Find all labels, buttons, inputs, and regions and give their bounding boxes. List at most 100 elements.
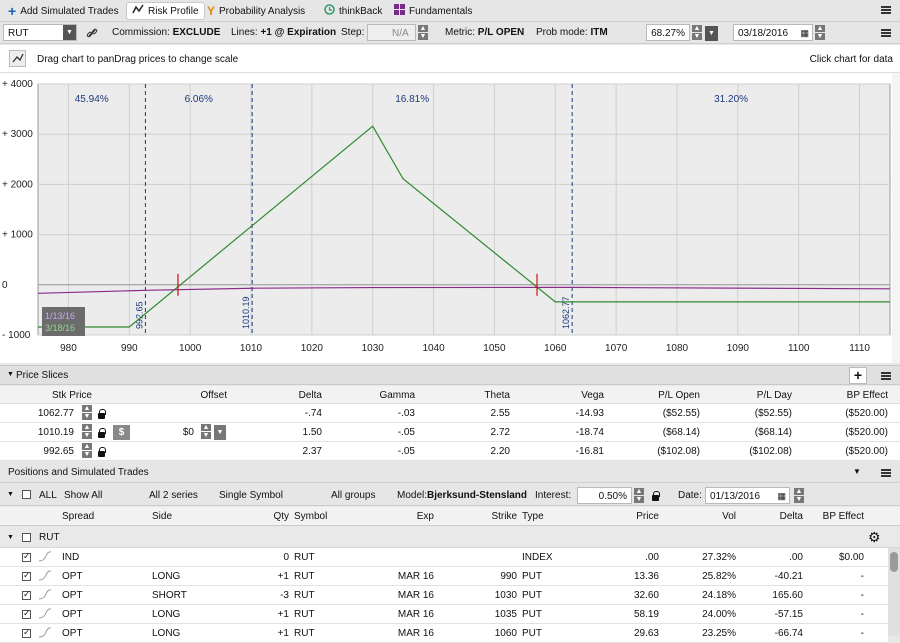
date-stepper[interactable]: ▲ ▼: [815, 25, 825, 40]
step-field[interactable]: N/A: [367, 24, 416, 41]
percent-field[interactable]: 68.27%: [646, 24, 690, 41]
position-row[interactable]: OPT LONG RUT PUT +1 MAR 16 990 13.36 25.82% -40.2…: [0, 567, 888, 586]
curve-icon: [38, 608, 52, 623]
lock-icon[interactable]: [98, 428, 106, 438]
collapse-icon[interactable]: ▼: [7, 491, 14, 498]
collapse-icon[interactable]: ▼: [7, 371, 14, 378]
y-tick-label: + 4000: [2, 79, 33, 90]
position-strike: 1035: [494, 609, 517, 620]
lock-icon[interactable]: [98, 447, 106, 457]
link-icon[interactable]: [86, 27, 98, 42]
groups-filter[interactable]: All groups: [331, 490, 375, 501]
positions-date-stepper[interactable]: ▲ ▼: [794, 488, 804, 503]
position-checkbox[interactable]: [22, 608, 31, 619]
select-all-checkbox[interactable]: [22, 490, 31, 499]
position-delta: -40.21: [774, 571, 803, 582]
step-stepper[interactable]: ▲ ▼: [418, 25, 428, 40]
risk-profile-chart[interactable]: + 4000 + 3000 + 2000 + 1000 0 - 1000 980 990 100…: [0, 73, 900, 363]
slice-price: 1062.77: [37, 408, 74, 419]
position-row[interactable]: OPT SHORT RUT PUT -3 MAR 16 1030 32.60 24.18% 165…: [0, 586, 888, 605]
prob-mode-control[interactable]: Prob mode: ITM: [536, 27, 608, 38]
slice-price-stepper[interactable]: ▲ ▼: [82, 443, 92, 458]
tab-thinkback[interactable]: thinkBack: [324, 2, 382, 20]
tab-bar: + Add Simulated Trades Risk Profile Y Pr…: [0, 0, 900, 22]
probability-label: 31.20%: [714, 94, 748, 105]
calendar-icon[interactable]: ▦: [800, 28, 809, 39]
lock-icon[interactable]: [652, 491, 660, 501]
interest-field[interactable]: 0.50%: [577, 487, 632, 504]
position-checkbox[interactable]: [22, 589, 31, 600]
x-tick-label: 1010: [240, 343, 263, 354]
x-tick-label: 1070: [605, 343, 628, 354]
dollar-offset-icon[interactable]: $: [113, 425, 130, 440]
tab-risk-profile[interactable]: Risk Profile: [126, 2, 205, 20]
symbol-select[interactable]: RUT ▼: [3, 24, 77, 41]
price-slice-row[interactable]: 992.65 ▲ ▼ 2.37 -.05 2.20 -16.81 ($102.08) ($102…: [0, 442, 900, 461]
positions-columns: Spread Side Qty Symbol Exp Strike Type P…: [0, 507, 900, 526]
position-checkbox[interactable]: [22, 627, 31, 638]
expiration-date-field[interactable]: 03/18/2016 ▦: [733, 24, 813, 41]
slice-price: 1010.19: [37, 427, 74, 438]
price-slice-row[interactable]: 1010.19 ▲ ▼ $ $0 ▲ ▼ ▼ 1.50 -.05 2.72 -18.74 ($68.14…: [0, 423, 900, 442]
calendar-icon[interactable]: ▦: [777, 491, 786, 502]
slice-bp: ($520.00): [845, 446, 888, 457]
position-checkbox[interactable]: [22, 570, 31, 581]
tab-fundamentals[interactable]: Fundamentals: [394, 2, 472, 20]
slice-price-stepper[interactable]: ▲ ▼: [82, 405, 92, 420]
date-label-expiration: 3/18/16: [45, 323, 75, 333]
curve-icon: [38, 589, 52, 604]
position-strike: 1030: [494, 590, 517, 601]
collapse-icon[interactable]: ▼: [7, 534, 14, 541]
menu-icon[interactable]: [881, 372, 891, 380]
percent-stepper[interactable]: ▲ ▼: [692, 25, 702, 40]
chart-settings-icon[interactable]: [9, 50, 26, 67]
slice-offset[interactable]: $0: [183, 427, 194, 438]
group-row-rut[interactable]: ▼ RUT ⚙: [0, 527, 900, 548]
group-checkbox[interactable]: [22, 533, 31, 542]
menu-icon[interactable]: [881, 29, 891, 37]
probability-icon: Y: [207, 4, 216, 18]
add-slice-button[interactable]: +: [849, 367, 867, 384]
position-row[interactable]: OPT LONG RUT PUT +1 MAR 16 1035 58.19 24.00% -57.…: [0, 605, 888, 624]
slice-bp: ($520.00): [845, 408, 888, 419]
risk-profile-icon: [132, 4, 144, 18]
position-price: 32.60: [633, 590, 659, 601]
tab-add-simulated-trades[interactable]: + Add Simulated Trades: [8, 2, 119, 20]
commission-control[interactable]: Commission: EXCLUDE: [112, 27, 220, 38]
chevron-down-icon[interactable]: ▼: [705, 26, 718, 41]
date-label: Date:: [678, 490, 702, 501]
chevron-down-icon[interactable]: ▼: [214, 425, 226, 440]
series-filter[interactable]: All 2 series: [149, 490, 198, 501]
gear-icon[interactable]: ⚙: [868, 529, 881, 546]
menu-icon[interactable]: [881, 469, 891, 477]
model-select[interactable]: Bjerksund-Stensland: [427, 490, 527, 501]
show-filter[interactable]: Show All: [64, 490, 102, 501]
chevron-down-icon: ▼: [63, 25, 76, 40]
offset-stepper[interactable]: ▲ ▼: [201, 424, 211, 439]
price-slice-label: 1010.19: [241, 296, 251, 329]
symbol-filter[interactable]: Single Symbol: [219, 490, 283, 501]
slice-price-stepper[interactable]: ▲ ▼: [82, 424, 92, 439]
position-row[interactable]: OPT LONG RUT PUT +1 MAR 16 1060 29.63 23.25% -66.…: [0, 624, 888, 643]
position-qty: 0: [283, 552, 289, 563]
model-label: Model:: [397, 490, 428, 501]
position-checkbox[interactable]: [22, 551, 31, 562]
position-price: 29.63: [633, 628, 659, 639]
x-tick-label: 1100: [788, 343, 810, 354]
slice-delta: 2.37: [302, 446, 322, 457]
collapse-icon[interactable]: ▼: [853, 467, 861, 476]
interest-stepper[interactable]: ▲ ▼: [634, 488, 644, 503]
lines-control[interactable]: Lines: +1 @ Expiration: [231, 27, 336, 38]
position-row[interactable]: IND RUT INDEX 0 .00 27.32% .00 $0.00: [0, 548, 888, 567]
positions-scrollbar[interactable]: [888, 548, 900, 636]
position-bp: $0.00: [838, 552, 864, 563]
tab-probability-analysis[interactable]: Y Probability Analysis: [207, 2, 305, 20]
risk-profile-svg[interactable]: + 4000 + 3000 + 2000 + 1000 0 - 1000 980 990 100…: [0, 73, 900, 363]
menu-icon[interactable]: [881, 6, 891, 14]
position-type: PUT: [522, 571, 542, 582]
chart-click-hint: Click chart for data: [809, 54, 893, 65]
positions-date-field[interactable]: 01/13/2016 ▦: [705, 487, 790, 504]
price-slice-row[interactable]: 1062.77 ▲ ▼ -.74 -.03 2.55 -14.93 ($52.55) ($52.…: [0, 404, 900, 423]
metric-control[interactable]: Metric: P/L OPEN: [445, 27, 524, 38]
lock-icon[interactable]: [98, 409, 106, 419]
